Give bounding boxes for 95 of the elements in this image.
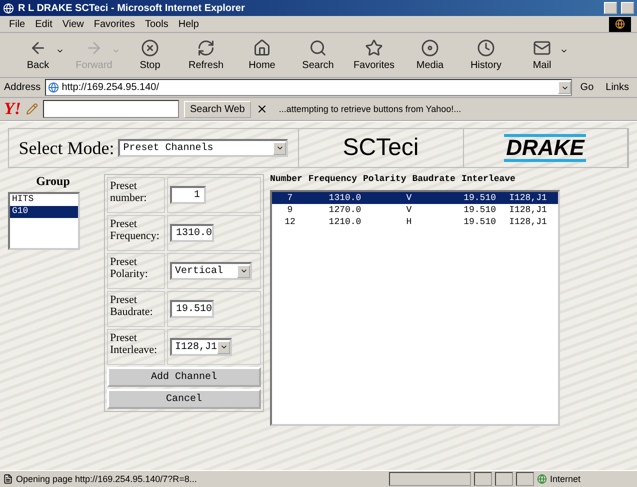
- cancel-button[interactable]: Cancel: [107, 389, 261, 409]
- mode-select[interactable]: Preset Channels: [118, 139, 288, 157]
- toolbar-button[interactable]: Media: [402, 35, 458, 75]
- menu-item[interactable]: File: [6, 18, 28, 30]
- column-header: Frequency: [308, 174, 358, 184]
- column-header: Polarity: [363, 174, 406, 184]
- field-label: Preset number:: [107, 177, 165, 213]
- group-item[interactable]: HITS: [10, 194, 78, 206]
- table-cell-text: 1210.0: [328, 217, 362, 227]
- product-title: SCTeci: [342, 134, 419, 162]
- toolbar-button[interactable]: Home: [234, 35, 290, 75]
- dropdown-button[interactable]: [237, 264, 250, 278]
- search-field[interactable]: [43, 100, 179, 118]
- channel-row[interactable]: 9 1270.0 V 19.510 I128,J1: [272, 204, 558, 216]
- zone-label: Internet: [550, 474, 581, 484]
- table-cell-text: I128,J1: [508, 205, 548, 215]
- toolbar-button[interactable]: Mail: [514, 35, 570, 75]
- caret-icon: [220, 343, 228, 351]
- menu-item[interactable]: View: [59, 18, 87, 30]
- group-heading: Group: [36, 174, 70, 189]
- table-cell-text: 19.510: [462, 193, 497, 203]
- globe-icon: [3, 2, 14, 14]
- table-cell-text: V: [405, 205, 413, 215]
- search-web-button[interactable]: Search Web: [184, 100, 251, 118]
- window-title: R L DRAKE SCTeci - Microsoft Internet Explorer: [18, 2, 246, 14]
- select-field[interactable]: Vertical: [170, 262, 252, 280]
- toolbar-button[interactable]: History: [458, 35, 514, 75]
- go-button[interactable]: Go: [576, 82, 598, 93]
- table-cell-text: 1270.0: [328, 205, 362, 215]
- disc-icon: [421, 39, 439, 57]
- toolbar-button[interactable]: Stop: [122, 35, 178, 75]
- column-header: Interleave: [461, 174, 516, 184]
- search-icon: [309, 39, 327, 57]
- table-cell-text: H: [405, 217, 413, 227]
- group-list[interactable]: HITS G10: [8, 192, 80, 250]
- star-icon: [365, 39, 383, 57]
- input-field[interactable]: 19.510: [170, 300, 214, 318]
- address-label: Address: [4, 82, 41, 93]
- address-field[interactable]: http://169.254.95.140/: [44, 79, 572, 96]
- table-cell-text: I128,J1: [508, 217, 548, 227]
- status-pane: [474, 472, 492, 486]
- page-icon: [3, 474, 13, 484]
- toolbar-button[interactable]: Back: [10, 35, 66, 75]
- table-cell-text: 9: [286, 205, 294, 215]
- globe-icon: [48, 82, 59, 93]
- channel-row[interactable]: 12 1210.0 H 19.510 I128,J1: [272, 216, 558, 228]
- home-icon: [253, 39, 271, 57]
- table-cell-text: 12: [284, 217, 296, 227]
- status-text: Opening page http://169.254.95.140/7?R=8...: [16, 474, 198, 484]
- column-header: Number: [270, 174, 302, 184]
- column-header: Baudrate: [412, 174, 456, 184]
- field-label: Preset Interleave:: [107, 329, 165, 365]
- refresh-icon: [197, 39, 215, 57]
- status-pane: [516, 472, 534, 486]
- table-cell-text: 19.510: [462, 217, 497, 227]
- table-cell-text: I128,J1: [508, 193, 548, 203]
- globe-icon: [537, 474, 547, 484]
- field-label: Preset Baudrate:: [107, 291, 165, 327]
- brand-logo: DRAKE: [504, 134, 586, 162]
- status-pane: [495, 472, 513, 486]
- field-label: Preset Polarity:: [107, 253, 165, 289]
- pencil-icon[interactable]: [26, 103, 38, 115]
- dropdown-button[interactable]: [273, 142, 286, 154]
- menu-item[interactable]: Favorites: [90, 18, 138, 30]
- group-item[interactable]: G10: [10, 206, 78, 218]
- links-button[interactable]: Links: [602, 82, 633, 93]
- clock-icon: [477, 39, 495, 57]
- menu-item[interactable]: Edit: [32, 18, 56, 30]
- menu-item[interactable]: Tools: [142, 18, 172, 30]
- toolbar-button[interactable]: Favorites: [346, 35, 402, 75]
- select-field[interactable]: I128,J1: [170, 338, 232, 356]
- caret-icon: [276, 144, 284, 152]
- menu-item[interactable]: Help: [175, 18, 202, 30]
- channel-row[interactable]: 7 1310.0 V 19.510 I128,J1: [272, 192, 558, 204]
- table-cell-text: 7: [286, 193, 294, 203]
- channel-list[interactable]: 7 1310.0 V 19.510 I128,J1 9 1270.0 V 19.510 I128,J1 12 1210.0 H 19.510 I128,J1: [270, 190, 560, 426]
- input-field[interactable]: 1: [170, 186, 206, 204]
- table-cell-text: 1310.0: [328, 193, 362, 203]
- input-field[interactable]: 1310.0: [170, 224, 214, 242]
- toolbar-button[interactable]: Search: [290, 35, 346, 75]
- close-icon[interactable]: [256, 103, 268, 115]
- mail-icon: [533, 39, 551, 57]
- arrow-right-icon: [85, 39, 103, 57]
- dropdown-button[interactable]: [217, 340, 230, 354]
- table-cell-text: 19.510: [462, 205, 497, 215]
- stop-icon: [141, 39, 159, 57]
- add-channel-button[interactable]: Add Channel: [107, 367, 261, 387]
- status-message: ...attempting to retrieve buttons from Yahoo!...: [278, 104, 462, 114]
- table-cell-text: V: [405, 193, 413, 203]
- caret-icon: [240, 267, 248, 275]
- field-label: Preset Frequency:: [107, 215, 165, 251]
- dropdown-button[interactable]: [558, 81, 572, 94]
- toolbar-button[interactable]: Refresh: [178, 35, 234, 75]
- mode-label: Select Mode:: [18, 138, 114, 158]
- windows-logo: [609, 16, 631, 32]
